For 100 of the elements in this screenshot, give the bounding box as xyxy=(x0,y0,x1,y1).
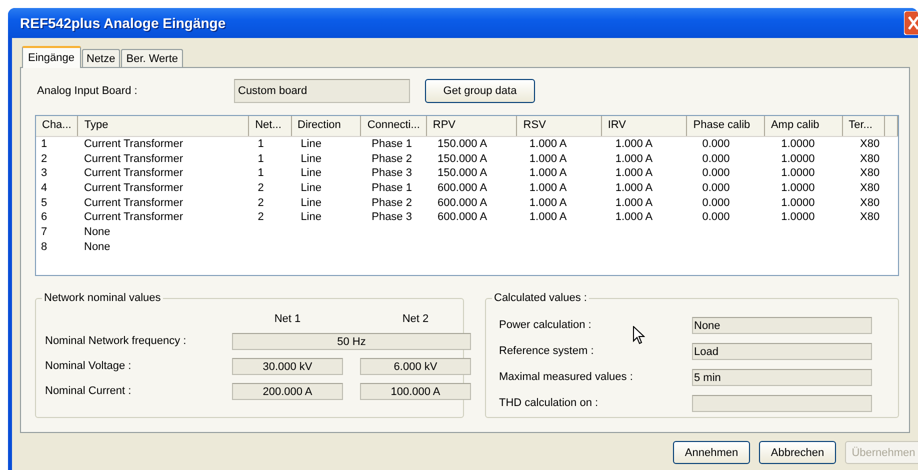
table-cell-text: 1.000 A xyxy=(614,210,654,226)
table-cell-text: X80 xyxy=(859,196,881,210)
table-cell-text: 1.000 A xyxy=(614,152,654,166)
dialog-button[interactable]: Abbrechen xyxy=(759,441,836,464)
table-cell-text: Current Transformer xyxy=(82,137,184,152)
table-cell-text: 0.000 xyxy=(701,152,731,166)
table-cell-text: 1.0000 xyxy=(780,166,816,182)
table-cell-text: 2 xyxy=(256,210,265,226)
field-label: Reference system : xyxy=(498,344,595,359)
table-cell-text: 2 xyxy=(40,152,48,166)
table-cell-text: X80 xyxy=(859,181,881,196)
column-header[interactable]: Amp calib xyxy=(764,116,843,136)
board-label: Analog Input Board : xyxy=(36,85,138,97)
table-cell-text: Line xyxy=(300,152,322,166)
table-cell-text: 600.000 A xyxy=(436,181,488,196)
table-cell-text: 1.000 A xyxy=(614,166,654,182)
value-field: 6.000 kV xyxy=(360,358,471,375)
table-cell-text: 1.000 A xyxy=(528,166,568,182)
table-cell-text: 0.000 xyxy=(701,210,731,226)
table-cell-text: Phase 2 xyxy=(370,196,413,210)
table-cell-text: 2 xyxy=(256,181,265,196)
table-cell-text: 1 xyxy=(40,137,48,152)
table-cell-text: Current Transformer xyxy=(82,210,184,226)
column-label: Net 2 xyxy=(401,313,430,325)
column-header[interactable]: Connecti... xyxy=(361,116,427,136)
value-field: 50 Hz xyxy=(232,333,471,350)
table-cell-text: 1.000 A xyxy=(528,152,568,166)
tab[interactable]: Ber. Werte xyxy=(121,49,184,67)
value-field: Load xyxy=(692,343,872,360)
table-cell-text: Line xyxy=(300,196,322,210)
column-header[interactable]: RSV xyxy=(517,116,602,136)
column-header[interactable]: RPV xyxy=(426,116,518,136)
table-cell-text: Phase 3 xyxy=(370,210,413,226)
table-cell-text: 150.000 A xyxy=(436,137,488,152)
table-cell-text: 1.000 A xyxy=(614,137,654,152)
column-header[interactable]: Type xyxy=(78,116,250,136)
column-header[interactable]: IRV xyxy=(602,116,688,136)
table-cell-text: Phase 3 xyxy=(370,166,413,182)
table-cell-text: X80 xyxy=(859,210,881,226)
table-cell-text: 1.0000 xyxy=(780,181,816,196)
field-label: Nominal Current : xyxy=(45,384,132,399)
table-cell-text: 6 xyxy=(40,210,48,226)
table-cell-text: Current Transformer xyxy=(82,196,184,210)
table-cell-text: 1 xyxy=(256,166,265,182)
table-cell-text: Line xyxy=(300,137,322,152)
table-cell-text: Current Transformer xyxy=(82,166,184,182)
table-cell-text: 600.000 A xyxy=(436,196,488,210)
table-cell-text: Phase 2 xyxy=(370,152,413,166)
table-cell-text: 1.000 A xyxy=(528,137,568,152)
dialog-button[interactable]: Annehmen xyxy=(673,441,750,464)
table-cell-text: 150.000 A xyxy=(436,152,488,166)
table-cell-text: 0.000 xyxy=(701,181,731,196)
group-title: Calculated values : xyxy=(492,292,589,304)
board-field: Custom board xyxy=(234,79,410,103)
field-label: Nominal Voltage : xyxy=(45,359,132,374)
table-cell-text: 1.0000 xyxy=(780,196,816,210)
value-field: 200.000 A xyxy=(232,383,343,400)
table-cell-text: 1.000 A xyxy=(614,181,654,196)
table-cell-text: Line xyxy=(300,181,322,196)
table-cell-text: 150.000 A xyxy=(436,166,488,182)
table-cell-text: 0.000 xyxy=(701,166,731,182)
table-cell-text: 1.000 A xyxy=(614,196,654,210)
table-cell-text: Line xyxy=(300,210,322,226)
column-header[interactable]: Cha... xyxy=(36,116,78,136)
value-field: None xyxy=(692,317,872,334)
table-cell-text: 2 xyxy=(256,196,265,210)
value-field: 5 min xyxy=(692,369,872,386)
column-header[interactable]: Phase calib xyxy=(687,116,765,136)
column-header[interactable]: Net... xyxy=(249,116,292,136)
table-cell-text: 1.0000 xyxy=(780,210,816,226)
field-label: Power calculation : xyxy=(498,318,592,333)
table-cell-text: Current Transformer xyxy=(82,181,184,196)
window-title: REF542plus Analoge Eingänge xyxy=(20,15,226,31)
table-cell-text: 1 xyxy=(256,152,265,166)
field-label: THD calculation on : xyxy=(498,396,600,411)
table-cell-text: 1.000 A xyxy=(528,210,568,226)
table-cell-text: 1.000 A xyxy=(528,196,568,210)
table-cell-text: 1.0000 xyxy=(780,137,816,152)
table-cell-text: None xyxy=(83,225,112,240)
table-cell-text: 0.000 xyxy=(701,196,731,210)
column-header[interactable]: Direction xyxy=(292,116,362,136)
table-cell-text: 4 xyxy=(40,181,48,196)
table-cell-text: 0.000 xyxy=(701,137,731,152)
field-label: Nominal Network frequency : xyxy=(45,334,188,349)
table-cell-text: X80 xyxy=(859,166,881,182)
get-group-data-button[interactable]: Get group data xyxy=(425,79,535,103)
value-field: 30.000 kV xyxy=(232,358,343,375)
group-title: Network nominal values xyxy=(42,292,163,304)
table-cell-text: Current Transformer xyxy=(82,152,184,166)
table-cell-text: 7 xyxy=(40,225,48,240)
column-header[interactable]: Ter... xyxy=(842,116,885,136)
table-cell-text: Line xyxy=(300,166,322,182)
table-cell-text: 1 xyxy=(256,137,265,152)
table-cell-text: Phase 1 xyxy=(370,137,413,152)
table-cell-text: 8 xyxy=(40,240,48,254)
table-cell-text: 1.000 A xyxy=(528,181,568,196)
table-cell-text: None xyxy=(83,240,112,254)
table-cell-text: Phase 1 xyxy=(370,181,413,196)
tab[interactable]: Netze xyxy=(82,49,120,67)
tab[interactable]: Eingänge xyxy=(22,46,80,68)
